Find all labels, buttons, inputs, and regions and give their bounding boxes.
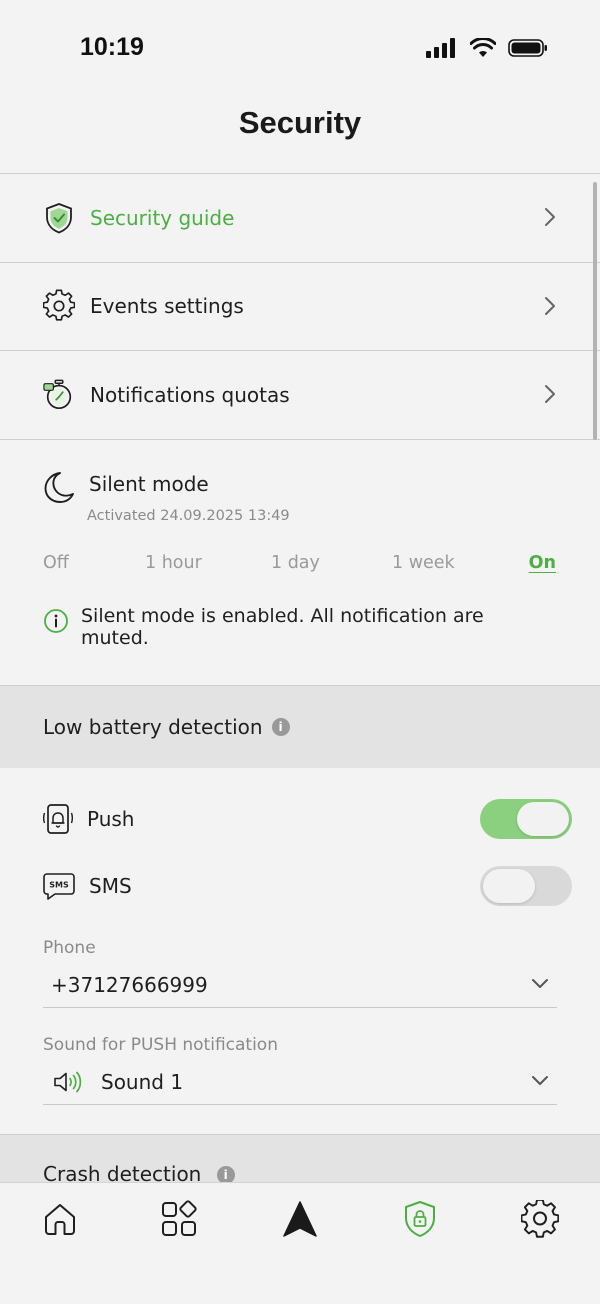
navigation-arrow-icon bbox=[283, 1201, 317, 1237]
crash-detection-title: Crash detection bbox=[43, 1161, 202, 1183]
chevron-right-icon bbox=[545, 385, 555, 403]
signal-icon bbox=[426, 38, 455, 58]
sms-bubble-icon: SMS bbox=[43, 872, 75, 900]
stopwatch-icon bbox=[43, 379, 75, 411]
shield-check-icon bbox=[43, 202, 75, 234]
menu-label-security-guide: Security guide bbox=[90, 205, 235, 230]
push-phone-bell-icon bbox=[43, 803, 73, 834]
chevron-down-icon bbox=[532, 1075, 548, 1085]
phone-value: +37127666999 bbox=[51, 973, 208, 997]
tab-bar bbox=[0, 1182, 600, 1304]
menu-label-events-settings: Events settings bbox=[90, 294, 244, 319]
menu-item-events-settings[interactable]: Events settings bbox=[0, 263, 600, 351]
low-battery-section: Push SMS SMS Phone +37127666999 Sound fo… bbox=[0, 768, 600, 1134]
status-time: 10:19 bbox=[80, 33, 144, 61]
menu-item-security-guide[interactable]: Security guide bbox=[0, 174, 600, 263]
gear-icon bbox=[43, 289, 75, 322]
silent-option-on[interactable]: On bbox=[529, 553, 556, 573]
silent-option-1-hour[interactable]: 1 hour bbox=[145, 553, 202, 573]
low-battery-title: Low battery detection bbox=[43, 714, 263, 739]
sound-select[interactable]: Sound 1 bbox=[43, 1061, 557, 1105]
push-toggle[interactable] bbox=[480, 798, 572, 839]
home-icon bbox=[45, 1204, 75, 1235]
silent-mode-options: Off 1 hour 1 day 1 week On bbox=[43, 553, 556, 579]
tab-apps[interactable] bbox=[159, 1199, 199, 1239]
sound-label: Sound for PUSH notification bbox=[43, 1034, 278, 1055]
sms-label: SMS bbox=[89, 873, 132, 898]
battery-icon bbox=[508, 39, 547, 57]
push-label: Push bbox=[87, 806, 135, 831]
info-badge-icon[interactable]: i bbox=[271, 717, 290, 736]
status-icons bbox=[426, 38, 548, 58]
sms-row: SMS SMS bbox=[43, 865, 572, 906]
tab-home[interactable] bbox=[40, 1199, 80, 1239]
silent-mode-subtitle: Activated 24.09.2025 13:49 bbox=[87, 507, 290, 524]
phone-select[interactable]: +37127666999 bbox=[43, 964, 557, 1008]
security-shield-icon bbox=[405, 1201, 435, 1237]
tab-settings[interactable] bbox=[520, 1199, 560, 1239]
tab-navigation[interactable] bbox=[280, 1199, 320, 1239]
page-title: Security bbox=[238, 105, 362, 140]
silent-option-1-day[interactable]: 1 day bbox=[271, 553, 320, 573]
scrollbar[interactable] bbox=[593, 182, 597, 440]
apps-grid-icon bbox=[162, 1200, 197, 1236]
low-battery-header: Low battery detection i bbox=[0, 685, 600, 768]
toggle-knob bbox=[483, 868, 535, 903]
tab-security[interactable] bbox=[400, 1199, 440, 1239]
wifi-icon bbox=[470, 38, 496, 57]
moon-icon bbox=[44, 471, 74, 503]
menu-item-notifications-quotas[interactable]: Notifications quotas bbox=[0, 351, 600, 440]
silent-mode-title: Silent mode bbox=[89, 471, 209, 496]
chevron-right-icon bbox=[545, 208, 555, 226]
silent-mode-info-text: Silent mode is enabled. All notification… bbox=[81, 604, 484, 649]
silent-mode-info: Silent mode is enabled. All notification… bbox=[43, 605, 533, 649]
toggle-knob bbox=[517, 801, 569, 836]
chevron-down-icon bbox=[532, 978, 548, 988]
speaker-icon bbox=[54, 1071, 82, 1093]
silent-option-1-week[interactable]: 1 week bbox=[392, 553, 455, 573]
sms-toggle[interactable] bbox=[480, 865, 572, 906]
sms-icon-text: SMS bbox=[49, 880, 69, 889]
info-badge-icon[interactable]: i bbox=[216, 1165, 235, 1182]
silent-option-off[interactable]: Off bbox=[43, 553, 69, 573]
header: Security bbox=[0, 90, 600, 174]
sound-value: Sound 1 bbox=[101, 1070, 184, 1094]
content-scroll[interactable]: Security guide Events settings Notificat… bbox=[0, 174, 600, 1182]
status-bar: 10:19 bbox=[0, 0, 600, 90]
chevron-right-icon bbox=[545, 296, 555, 315]
phone-label: Phone bbox=[43, 937, 96, 958]
info-circle-icon bbox=[44, 608, 68, 633]
settings-gear-icon bbox=[521, 1200, 559, 1238]
silent-mode-section: Silent mode Activated 24.09.2025 13:49 O… bbox=[0, 440, 600, 686]
menu-label-notifications-quotas: Notifications quotas bbox=[90, 382, 290, 407]
crash-detection-header: Crash detection i bbox=[0, 1133, 600, 1183]
push-row: Push bbox=[43, 798, 572, 839]
